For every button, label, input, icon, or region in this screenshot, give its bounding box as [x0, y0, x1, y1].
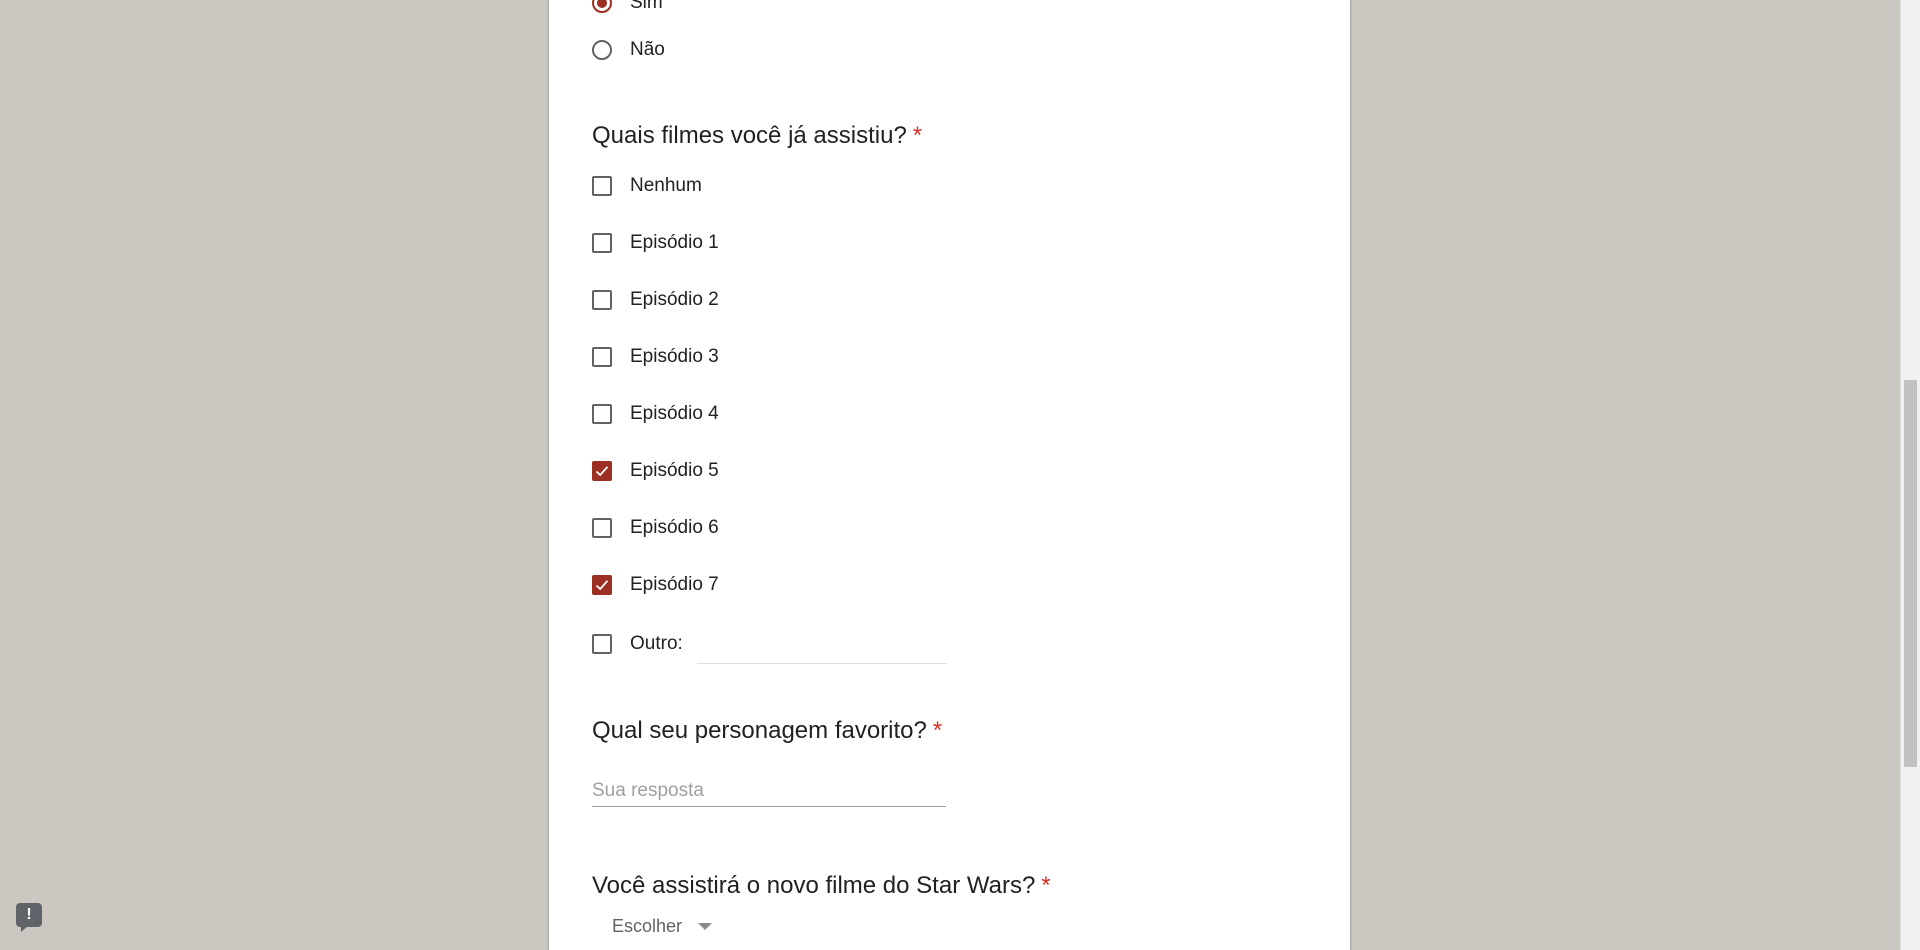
- checkbox-label: Episódio 4: [630, 403, 719, 424]
- checkbox-episodio-2[interactable]: [592, 290, 612, 310]
- checkbox-label: Episódio 1: [630, 232, 719, 253]
- checkbox-outro[interactable]: [592, 634, 612, 654]
- checkbox-label: Outro:: [630, 633, 683, 654]
- checkbox-option-episodio-2[interactable]: Episódio 2: [592, 288, 719, 312]
- checkbox-episodio-7[interactable]: [592, 575, 612, 595]
- checkbox-option-episodio-5[interactable]: Episódio 5: [592, 459, 719, 483]
- other-text-input[interactable]: [696, 639, 947, 664]
- question-title-filmes: Quais filmes você já assistiu? *: [592, 122, 922, 150]
- choose-dropdown[interactable]: Escolher: [612, 916, 713, 937]
- required-asterisk: *: [932, 717, 943, 744]
- checkbox-option-episodio-7[interactable]: Episódio 7: [592, 573, 719, 597]
- radio-option-nao[interactable]: Não: [592, 38, 665, 62]
- radio-button-sim[interactable]: [592, 0, 612, 13]
- checkbox-label: Episódio 7: [630, 574, 719, 595]
- checkbox-episodio-5[interactable]: [592, 461, 612, 481]
- checkbox-episodio-3[interactable]: [592, 347, 612, 367]
- radio-label-sim: Sim: [630, 0, 663, 13]
- question-title-personagem: Qual seu personagem favorito? *: [592, 717, 942, 745]
- question-title-novo-filme: Você assistirá o novo filme do Star Wars…: [592, 872, 1051, 900]
- radio-label-nao: Não: [630, 39, 665, 60]
- feedback-icon[interactable]: !: [16, 903, 42, 932]
- vertical-scrollbar[interactable]: [1900, 0, 1920, 950]
- checkbox-label: Episódio 5: [630, 460, 719, 481]
- radio-option-sim[interactable]: Sim: [592, 0, 663, 15]
- checkbox-option-episodio-3[interactable]: Episódio 3: [592, 345, 719, 369]
- checkbox-label: Episódio 3: [630, 346, 719, 367]
- checkbox-label: Episódio 6: [630, 517, 719, 538]
- checkbox-label: Episódio 2: [630, 289, 719, 310]
- answer-input-personagem[interactable]: [592, 776, 946, 807]
- question-text: Você assistirá o novo filme do Star Wars…: [592, 872, 1036, 899]
- checkbox-option-episodio-4[interactable]: Episódio 4: [592, 402, 719, 426]
- checkmark-icon: [595, 466, 609, 477]
- checkbox-episodio-1[interactable]: [592, 233, 612, 253]
- required-asterisk: *: [1041, 872, 1051, 899]
- question-text: Qual seu personagem favorito?: [592, 717, 927, 744]
- scrollbar-thumb[interactable]: [1904, 380, 1917, 767]
- question-text: Quais filmes você já assistiu?: [592, 122, 907, 149]
- required-asterisk: *: [912, 122, 923, 149]
- checkbox-option-outro[interactable]: Outro:: [592, 632, 947, 664]
- checkmark-icon: [595, 580, 609, 591]
- checkbox-episodio-4[interactable]: [592, 404, 612, 424]
- checkbox-episodio-6[interactable]: [592, 518, 612, 538]
- checkbox-nenhum[interactable]: [592, 176, 612, 196]
- chevron-down-icon: [698, 923, 713, 930]
- checkbox-option-episodio-6[interactable]: Episódio 6: [592, 516, 719, 540]
- radio-button-nao[interactable]: [592, 40, 612, 60]
- dropdown-value: Escolher: [612, 916, 683, 936]
- checkbox-option-episodio-1[interactable]: Episódio 1: [592, 231, 719, 255]
- checkbox-label: Nenhum: [630, 175, 702, 196]
- checkbox-option-nenhum[interactable]: Nenhum: [592, 174, 702, 198]
- page: Sim Não Quais filmes você já assistiu? * …: [0, 0, 1920, 950]
